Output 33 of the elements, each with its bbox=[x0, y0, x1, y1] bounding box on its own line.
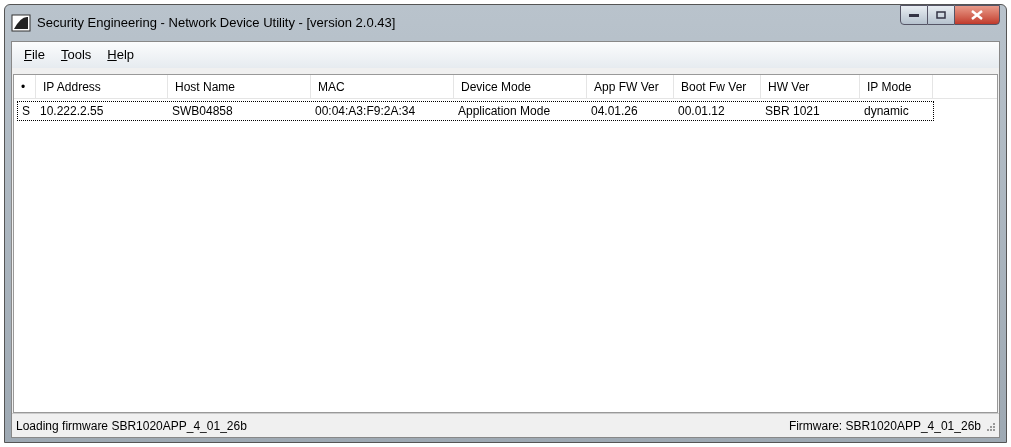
window-title: Security Engineering - Network Device Utility - [version 2.0.43] bbox=[37, 14, 396, 33]
menu-item[interactable]: Help bbox=[101, 45, 141, 65]
table-cell-text: SBR 1021 bbox=[764, 103, 821, 120]
column-header[interactable]: IP Address bbox=[36, 75, 168, 98]
table-cell-text: 10.222.2.55 bbox=[39, 103, 105, 120]
maximize-button[interactable] bbox=[928, 5, 954, 25]
app-logo-icon bbox=[11, 14, 31, 32]
table-cell-text: 04.01.26 bbox=[590, 103, 639, 120]
minimize-icon bbox=[909, 13, 919, 17]
resize-grip-icon[interactable] bbox=[985, 420, 995, 431]
table-cell-text: 00.01.12 bbox=[677, 103, 726, 120]
table-cell-text: S bbox=[21, 103, 31, 120]
column-header[interactable]: Boot Fw Ver bbox=[674, 75, 761, 98]
column-header[interactable]: Host Name bbox=[168, 75, 311, 98]
menu-item[interactable]: Tools bbox=[54, 45, 98, 65]
minimize-button[interactable] bbox=[900, 5, 928, 25]
close-button[interactable] bbox=[954, 5, 1000, 25]
column-header[interactable]: MAC bbox=[311, 75, 454, 98]
firmware-status: Firmware: SBR1020APP_4_01_26b bbox=[788, 417, 981, 435]
close-icon bbox=[971, 10, 983, 20]
column-header[interactable]: HW Ver bbox=[761, 75, 860, 98]
table-cell-text: Application Mode bbox=[457, 103, 552, 120]
status-text: Loading firmware SBR1020APP_4_01_26b bbox=[16, 417, 247, 435]
table-row[interactable]: S 10.222.2.55 SWB04858 00:04:A3:F9:2A:34 Application Mode 04.01.26 00.01.12 SBR 1021 dynamic bbox=[17, 101, 934, 121]
column-header[interactable]: • bbox=[14, 75, 36, 98]
table-cell-text: 00:04:A3:F9:2A:34 bbox=[314, 103, 417, 120]
column-header[interactable]: App FW Ver bbox=[587, 75, 674, 98]
menu-item[interactable]: File bbox=[18, 45, 51, 65]
column-header[interactable]: IP Mode bbox=[860, 75, 933, 98]
table-cell-text: dynamic bbox=[863, 103, 910, 120]
table-cell-text: SWB04858 bbox=[171, 103, 234, 120]
column-header[interactable]: Device Mode bbox=[454, 75, 587, 98]
maximize-icon bbox=[936, 11, 946, 19]
